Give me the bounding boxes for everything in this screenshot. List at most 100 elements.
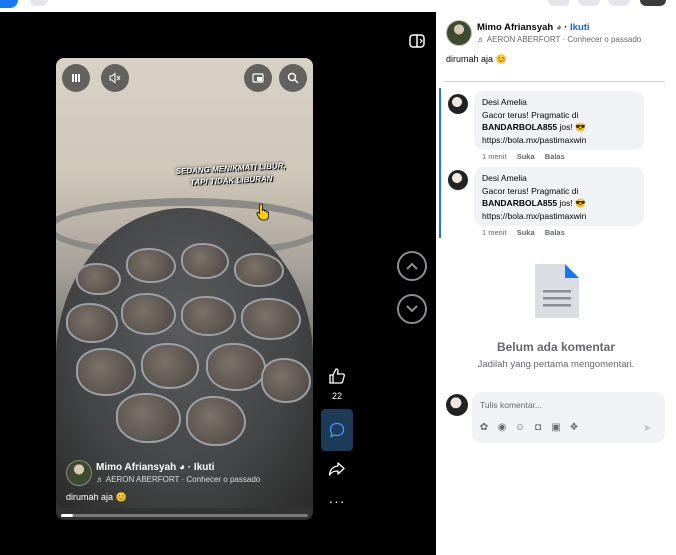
video-caption: dirumah aja 😊 [66, 492, 127, 502]
comment-composer: ✿ ◉ ☺ ◘ ▣ ❖ ➤ [472, 392, 665, 443]
video-music-line: ♬ AERON ABERFORT · Conhecer o passado [96, 475, 260, 484]
comment-text-line-1: Gacor terus! Pragmatic di [482, 109, 579, 120]
sidebar-toggle-icon[interactable] [409, 34, 425, 48]
comment-author[interactable]: Desi Amelia [482, 96, 636, 109]
reel-video[interactable]: SEDANG MENIKMATI LIBUR, TAPI TIDAK LIBUR… [56, 58, 313, 520]
comment-text-line-2: BANDARBOLA855 jos! 😎 [482, 121, 636, 134]
face-sticker-icon[interactable]: ◉ [496, 422, 508, 434]
top-nav-button[interactable] [30, 0, 48, 6]
share-icon[interactable] [328, 461, 346, 477]
comment-bubble: Desi Amelia Gacor terus! Pragmatic di BA… [474, 91, 644, 150]
music-note-icon: ♬ [96, 475, 104, 484]
reel-side-actions: 22 ··· [320, 367, 354, 508]
document-icon [535, 264, 579, 318]
fish-piece [181, 296, 236, 336]
comment-thread-highlight [439, 88, 441, 238]
pointer-hand-icon [256, 203, 269, 221]
fish-piece [186, 396, 246, 446]
comment-meta: 1 menit Suka Balas [482, 228, 573, 237]
speaker-muted-icon [109, 72, 121, 84]
emoji-icon[interactable]: ☺ [514, 422, 526, 434]
post-follow-link[interactable]: Ikuti [570, 22, 590, 33]
next-reel-button[interactable] [397, 294, 427, 324]
fish-piece [241, 298, 301, 340]
camera-icon[interactable]: ◘ [532, 422, 544, 434]
like-count: 22 [331, 391, 342, 401]
comment-author[interactable]: Desi Amelia [482, 172, 636, 185]
globe-icon: ◕ [178, 462, 186, 473]
comment-time[interactable]: 1 menit [482, 152, 507, 161]
sticker-icon[interactable]: ❖ [568, 422, 580, 434]
composer-avatar[interactable] [446, 394, 468, 416]
video-author-line: Mimo Afriansyah ◕ · Ikuti [96, 462, 215, 473]
comment-like-button[interactable]: Suka [517, 228, 535, 237]
empty-state-subtitle: Jadilah yang pertama mengomentari. [477, 359, 635, 370]
post-music-line: ♬ AERON ABERFORT · Conhecer o passado [477, 35, 641, 44]
comment-link[interactable]: https://bola.mx/pastimaxwin [482, 134, 636, 147]
pause-button[interactable] [62, 64, 90, 92]
comment-link[interactable]: https://bola.mx/pastimaxwin [482, 210, 636, 223]
fish-piece [66, 303, 118, 343]
post-author-name[interactable]: Mimo Afriansyah [477, 22, 553, 33]
fish-piece [121, 293, 176, 335]
fish-piece [261, 358, 311, 403]
composer-tools: ✿ ◉ ☺ ◘ ▣ ❖ [478, 422, 580, 436]
fish-piece [76, 263, 121, 295]
pip-button[interactable] [244, 64, 272, 92]
post-author-line: Mimo Afriansyah ◕ · Ikuti [477, 22, 590, 33]
commenter-avatar[interactable] [448, 170, 468, 190]
chevron-up-icon [406, 262, 418, 270]
video-follow-link[interactable]: Ikuti [194, 462, 215, 473]
video-progress-bar[interactable] [61, 514, 308, 517]
gif-icon[interactable]: ▣ [550, 422, 562, 434]
video-author-avatar[interactable] [66, 460, 92, 486]
browser-top-strip [0, 0, 676, 12]
post-author-avatar[interactable] [446, 20, 472, 46]
avatar-sticker-icon[interactable]: ✿ [478, 422, 490, 434]
video-overlay-text: SEDANG MENIKMATI LIBUR, TAPI TIDAK LIBUR… [170, 160, 291, 190]
fish-piece [76, 348, 136, 396]
divider [444, 81, 665, 82]
picture-in-picture-icon [252, 73, 264, 83]
search-button[interactable] [279, 64, 307, 92]
profile-avatar[interactable] [640, 0, 666, 6]
comment-like-button[interactable]: Suka [517, 152, 535, 161]
fish-piece [116, 393, 181, 443]
comment-text-tail: jos! 😎 [557, 122, 586, 132]
comments-panel: Mimo Afriansyah ◕ · Ikuti ♬ AERON ABERFO… [436, 12, 676, 555]
like-icon[interactable] [328, 367, 346, 385]
video-music-text[interactable]: AERON ABERFORT · Conhecer o passado [106, 475, 260, 484]
send-icon[interactable]: ➤ [643, 423, 655, 435]
comment-meta: 1 menit Suka Balas [482, 152, 573, 161]
fish-piece [206, 343, 266, 391]
empty-state-title: Belum ada komentar [496, 340, 616, 354]
video-author-name[interactable]: Mimo Afriansyah [96, 462, 176, 473]
comment-input[interactable] [480, 398, 655, 412]
comment-bold-text: BANDARBOLA855 [482, 122, 558, 132]
facebook-logo[interactable] [0, 0, 18, 8]
commenter-avatar[interactable] [448, 94, 468, 114]
comment-time[interactable]: 1 menit [482, 228, 507, 237]
fish-piece [181, 243, 229, 279]
more-icon[interactable]: ··· [320, 494, 354, 508]
comment-text-line-2: BANDARBOLA855 jos! 😎 [482, 197, 636, 210]
comment-text-tail: jos! 😎 [557, 198, 586, 208]
comment-reply-button[interactable]: Balas [545, 228, 565, 237]
globe-icon: ◕ [555, 22, 562, 33]
comment-text-line-1: Gacor terus! Pragmatic di [482, 185, 579, 196]
chevron-down-icon [406, 305, 418, 313]
fish-piece [126, 248, 176, 283]
mute-button[interactable] [101, 64, 129, 92]
pause-icon [72, 74, 80, 82]
top-nav-button[interactable] [548, 0, 570, 6]
fish-piece [141, 343, 199, 389]
video-progress-fill [61, 514, 74, 517]
comment-reply-button[interactable]: Balas [545, 152, 565, 161]
previous-reel-button[interactable] [397, 251, 427, 281]
top-nav-button[interactable] [578, 0, 600, 6]
comment-bubble: Desi Amelia Gacor terus! Pragmatic di BA… [474, 167, 644, 226]
comment-button[interactable] [321, 409, 353, 451]
post-header: Mimo Afriansyah ◕ · Ikuti ♬ AERON ABERFO… [446, 20, 674, 50]
post-music-text[interactable]: AERON ABERFORT · Conhecer o passado [487, 35, 641, 44]
top-nav-button[interactable] [608, 0, 630, 6]
